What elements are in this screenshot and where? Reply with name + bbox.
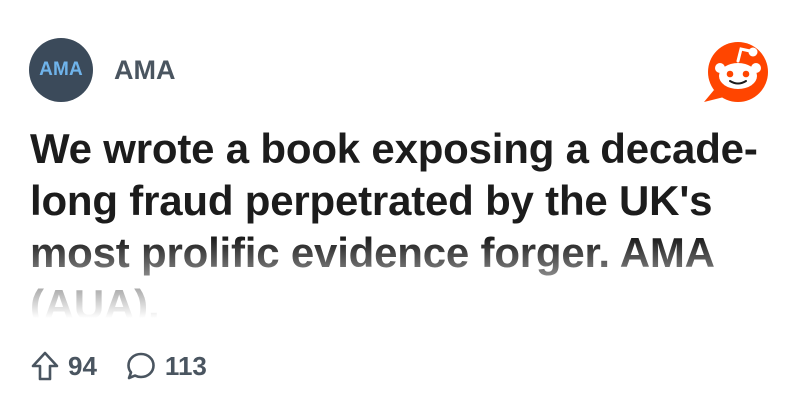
comments-button[interactable]: 113 xyxy=(125,350,207,382)
reddit-logo-icon xyxy=(704,42,768,102)
post-card[interactable]: AMA AMA We wrote a book exposing a decad… xyxy=(0,0,800,419)
subreddit-avatar-text: AMA xyxy=(39,59,83,80)
comment-count: 113 xyxy=(164,350,207,381)
upvote-count: 94 xyxy=(68,350,97,381)
subreddit-avatar[interactable]: AMA xyxy=(29,38,93,102)
subreddit-name[interactable]: AMA xyxy=(114,55,176,86)
upvote-arrow-icon xyxy=(31,351,59,381)
post-header: AMA AMA xyxy=(29,38,176,102)
post-title-container[interactable]: We wrote a book exposing a decade-long f… xyxy=(30,123,770,318)
comment-bubble-icon xyxy=(127,352,155,380)
post-title[interactable]: We wrote a book exposing a decade-long f… xyxy=(30,123,770,318)
upvote-button[interactable]: 94 xyxy=(30,350,97,382)
post-footer: 94 113 xyxy=(30,346,207,386)
